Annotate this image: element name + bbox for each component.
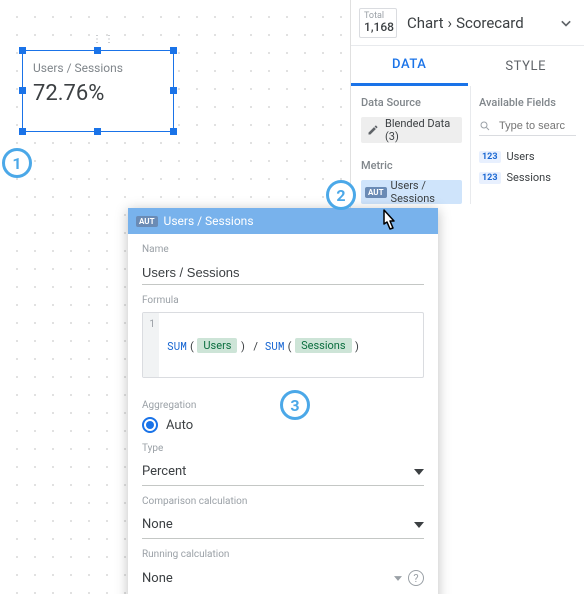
scorecard-value: 72.76%	[33, 81, 163, 106]
resize-handle[interactable]	[170, 87, 177, 94]
formula-fn: SUM	[167, 338, 187, 353]
metric-value: Users / Sessions	[391, 179, 458, 205]
type-dropdown[interactable]: Percent	[142, 458, 424, 486]
popover-header[interactable]: AUT Users / Sessions	[128, 208, 438, 234]
metric-chip[interactable]: AUT Users / Sessions	[361, 180, 462, 204]
aut-badge: AUT	[136, 216, 158, 227]
name-input[interactable]	[142, 259, 424, 285]
callout-2: 2	[326, 180, 356, 210]
comparison-dropdown[interactable]: None	[142, 511, 424, 539]
resize-handle[interactable]	[170, 128, 177, 135]
tab-data[interactable]: DATA	[351, 46, 468, 86]
breadcrumb[interactable]: Chart › Scorecard	[407, 14, 524, 32]
field-users[interactable]: 123 Users	[479, 146, 576, 167]
drag-handle-icon[interactable]: ⋮⋮	[92, 34, 116, 45]
resize-handle[interactable]	[19, 47, 26, 54]
resize-handle[interactable]	[94, 128, 101, 135]
numeric-badge-icon: 123	[479, 172, 501, 184]
running-value: None	[142, 571, 173, 586]
chart-header: Total 1,168 Chart › Scorecard	[351, 0, 584, 46]
available-fields-label: Available Fields	[479, 96, 576, 109]
running-dropdown[interactable]: None ?	[142, 564, 424, 592]
scorecard-title: Users / Sessions	[33, 61, 163, 75]
aggregation-auto-radio[interactable]: Auto	[142, 417, 424, 433]
type-label: Type	[142, 443, 424, 454]
scorecard[interactable]: ⋮⋮ Users / Sessions 72.76%	[22, 50, 174, 132]
search-icon	[479, 120, 491, 132]
total-value: 1,168	[364, 21, 392, 33]
comparison-label: Comparison calculation	[142, 496, 424, 507]
metric-section-label: Metric	[361, 159, 462, 172]
field-search-box[interactable]	[479, 117, 576, 136]
field-label: Sessions	[507, 171, 551, 184]
resize-handle[interactable]	[19, 128, 26, 135]
name-field-label: Name	[142, 244, 424, 255]
field-sessions[interactable]: 123 Sessions	[479, 167, 576, 188]
popover-title: Users / Sessions	[164, 214, 254, 228]
formula-field-label: Formula	[142, 295, 424, 306]
resize-handle[interactable]	[170, 47, 177, 54]
data-source-value: Blended Data (3)	[385, 117, 456, 143]
formula-gutter: 1	[143, 313, 159, 377]
running-label: Running calculation	[142, 549, 424, 560]
resize-handle[interactable]	[19, 87, 26, 94]
radio-icon	[142, 417, 158, 433]
pencil-icon	[367, 124, 379, 136]
crumb-leaf: Scorecard	[456, 14, 524, 32]
data-source-chip[interactable]: Blended Data (3)	[361, 117, 462, 143]
comparison-value: None	[142, 517, 173, 532]
field-label: Users	[507, 150, 535, 163]
caret-down-icon	[414, 469, 424, 475]
aggregation-value: Auto	[166, 418, 193, 433]
caret-down-icon	[414, 522, 424, 528]
formula-fn: SUM	[265, 338, 285, 353]
tab-style[interactable]: STYLE	[468, 46, 584, 86]
callout-1: 1	[2, 148, 32, 178]
formula-field-chip[interactable]: Sessions	[295, 338, 351, 353]
callout-3: 3	[280, 390, 310, 420]
formula-field-chip[interactable]: Users	[197, 338, 237, 353]
total-box[interactable]: Total 1,168	[359, 8, 397, 38]
type-value: Percent	[142, 464, 186, 479]
formula-op: /	[252, 338, 259, 353]
chevron-down-icon[interactable]	[556, 13, 576, 33]
aut-badge: AUT	[365, 187, 387, 198]
crumb-root: Chart	[407, 14, 444, 32]
resize-handle[interactable]	[94, 47, 101, 54]
help-icon[interactable]: ?	[408, 570, 424, 586]
formula-editor[interactable]: 1 SUM( Users ) / SUM( Sessions )	[142, 312, 424, 378]
chevron-right-icon: ›	[448, 14, 453, 32]
caret-down-icon	[394, 576, 402, 581]
data-source-label: Data Source	[361, 96, 462, 109]
numeric-badge-icon: 123	[479, 151, 501, 163]
panel-tabs: DATA STYLE	[351, 46, 584, 86]
field-search-input[interactable]	[497, 119, 567, 133]
